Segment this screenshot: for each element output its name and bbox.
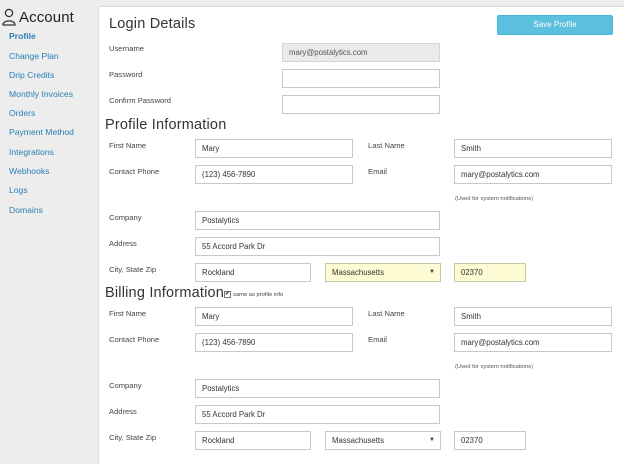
sidebar-item-profile[interactable]: Profile	[9, 31, 36, 41]
profile-email-label: Email	[368, 167, 387, 176]
profile-panel: Login Details Save Profile Username mary…	[98, 6, 624, 464]
billing-city-field[interactable]: Rockland	[195, 431, 311, 450]
confirm-password-label: Confirm Password	[109, 96, 172, 105]
billing-last-name-field[interactable]: Smith	[454, 307, 612, 326]
username-field: mary@postalytics.com	[282, 43, 440, 62]
confirm-password-field[interactable]	[282, 95, 440, 114]
billing-information-heading: Billing Information	[105, 285, 225, 301]
chevron-down-icon: ▼	[429, 437, 435, 443]
same-as-profile-label: same as profile info	[233, 291, 284, 298]
sidebar-item-integrations[interactable]: Integrations	[9, 147, 54, 157]
same-as-profile-toggle[interactable]: ✔ same as profile info	[224, 291, 283, 298]
billing-first-name-field[interactable]: Mary	[195, 307, 353, 326]
profile-contact-phone-field[interactable]: (123) 456-7890	[195, 165, 353, 184]
sidebar-item-monthly-invoices[interactable]: Monthly Invoices	[9, 89, 73, 99]
billing-state-select[interactable]: Massachusetts ▼	[325, 431, 441, 450]
sidebar-item-drip-credits[interactable]: Drip Credits	[9, 70, 54, 80]
profile-information-heading: Profile Information	[105, 117, 227, 133]
profile-contact-phone-label: Contact Phone	[109, 167, 160, 176]
profile-state-select[interactable]: Massachusetts ▼	[325, 263, 441, 282]
sidebar-item-payment-method[interactable]: Payment Method	[9, 127, 74, 137]
password-field[interactable]	[282, 69, 440, 88]
billing-email-label: Email	[368, 335, 387, 344]
login-details-heading: Login Details	[109, 16, 196, 32]
profile-last-name-field[interactable]: Smith	[454, 139, 612, 158]
billing-city-state-zip-label: City, State Zip	[109, 433, 157, 442]
billing-last-name-label: Last Name	[368, 309, 405, 318]
profile-first-name-field[interactable]: Mary	[195, 139, 353, 158]
sidebar-item-webhooks[interactable]: Webhooks	[9, 166, 49, 176]
billing-state-value: Massachusetts	[332, 436, 385, 445]
sidebar-item-logs[interactable]: Logs	[9, 185, 28, 195]
profile-city-state-zip-label: City, State Zip	[109, 265, 157, 274]
sidebar-item-domains[interactable]: Domains	[9, 205, 43, 215]
billing-email-field[interactable]: mary@postalytics.com	[454, 333, 612, 352]
profile-last-name-label: Last Name	[368, 141, 405, 150]
profile-email-note: (Used for system notifications)	[455, 196, 533, 202]
profile-company-field[interactable]: Postalytics	[195, 211, 440, 230]
billing-address-field[interactable]: 55 Accord Park Dr	[195, 405, 440, 424]
profile-address-label: Address	[109, 239, 137, 248]
billing-contact-phone-field[interactable]: (123) 456-7890	[195, 333, 353, 352]
billing-first-name-label: First Name	[109, 309, 147, 318]
profile-email-field[interactable]: mary@postalytics.com	[454, 165, 612, 184]
billing-contact-phone-label: Contact Phone	[109, 335, 160, 344]
sidebar-title: Account	[2, 6, 74, 28]
chevron-down-icon: ▼	[429, 269, 435, 275]
person-icon	[2, 8, 16, 26]
sidebar-item-orders[interactable]: Orders	[9, 108, 35, 118]
billing-address-label: Address	[109, 407, 137, 416]
profile-city-field[interactable]: Rockland	[195, 263, 311, 282]
profile-state-value: Massachusetts	[332, 268, 385, 277]
same-as-profile-checkbox[interactable]: ✔	[224, 291, 231, 298]
sidebar: Account Profile Change Plan Drip Credits…	[0, 0, 96, 464]
sidebar-item-change-plan[interactable]: Change Plan	[9, 51, 59, 61]
profile-first-name-label: First Name	[109, 141, 147, 150]
save-profile-button[interactable]: Save Profile	[497, 15, 613, 35]
billing-company-label: Company	[109, 381, 142, 390]
username-label: Username	[109, 44, 145, 53]
profile-zip-field[interactable]: 02370	[454, 263, 526, 282]
sidebar-title-text: Account	[19, 8, 74, 26]
profile-address-field[interactable]: 55 Accord Park Dr	[195, 237, 440, 256]
billing-email-note: (Used for system notifications)	[455, 364, 533, 370]
billing-company-field[interactable]: Postalytics	[195, 379, 440, 398]
profile-company-label: Company	[109, 213, 142, 222]
password-label: Password	[109, 70, 143, 79]
billing-zip-field[interactable]: 02370	[454, 431, 526, 450]
